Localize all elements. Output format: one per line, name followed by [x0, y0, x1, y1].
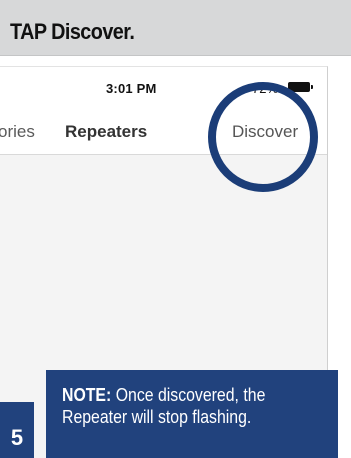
- tab-accessories[interactable]: ories: [0, 122, 35, 142]
- status-time: 3:01 PM: [106, 81, 157, 96]
- battery-tip: [311, 85, 313, 89]
- instruction-card: TAP Discover. 3:01 PM 72% ories Repeater…: [0, 0, 351, 458]
- note-line-2: Repeater will stop flashing.: [62, 407, 252, 427]
- discover-highlight-circle: [208, 82, 318, 192]
- note-label: NOTE:: [62, 385, 112, 405]
- step-number-badge: 5: [0, 402, 34, 458]
- note-callout: NOTE: Once discovered, the Repeater will…: [46, 370, 338, 458]
- title-bar: TAP Discover.: [0, 0, 351, 56]
- note-text-1: Once discovered, the: [115, 385, 266, 405]
- note-line-1: NOTE: Once discovered, the: [62, 384, 305, 406]
- instruction-title: TAP Discover.: [10, 19, 135, 44]
- tab-repeaters[interactable]: Repeaters: [65, 122, 147, 142]
